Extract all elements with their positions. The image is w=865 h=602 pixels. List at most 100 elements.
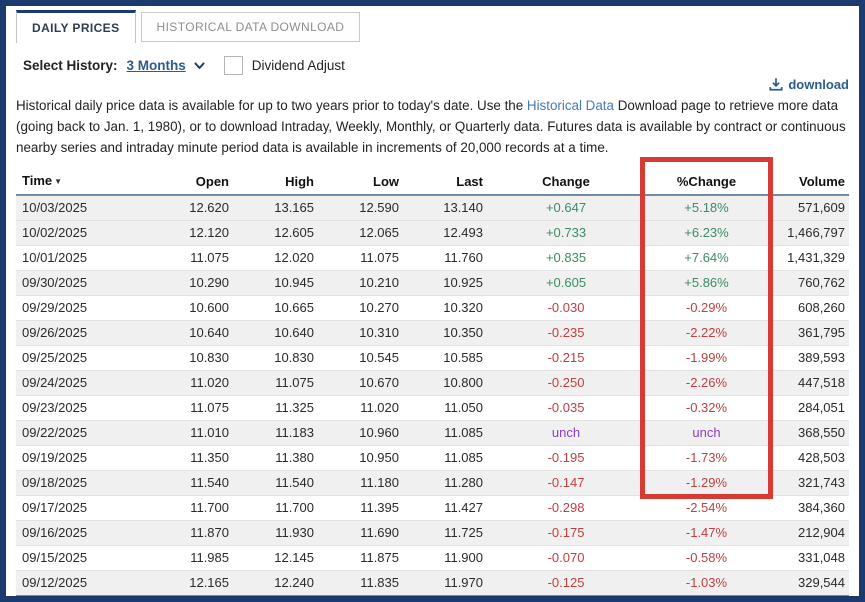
cell-change: -0.030 xyxy=(487,296,645,321)
cell-low: 11.180 xyxy=(318,471,403,496)
table-row: 09/26/202510.64010.64010.31010.350-0.235… xyxy=(16,321,849,346)
cell-change: -0.035 xyxy=(487,396,645,421)
cell-volume: 361,795 xyxy=(768,321,849,346)
cell-low: 10.210 xyxy=(318,271,403,296)
cell-high: 12.145 xyxy=(233,546,318,571)
select-history-label: Select History: xyxy=(23,58,118,73)
cell-open: 10.830 xyxy=(148,346,233,371)
cell-open: 11.010 xyxy=(148,421,233,446)
cell-high: 12.240 xyxy=(233,571,318,597)
cell-high: 10.830 xyxy=(233,346,318,371)
cell-volume: 321,743 xyxy=(768,471,849,496)
cell-change: -0.215 xyxy=(487,346,645,371)
cell-high: 12.605 xyxy=(233,221,318,246)
historical-data-link[interactable]: Historical Data xyxy=(527,98,614,113)
cell-open: 11.985 xyxy=(148,546,233,571)
cell-volume: 331,048 xyxy=(768,546,849,571)
cell-low: 12.590 xyxy=(318,195,403,221)
cell-time: 09/12/2025 xyxy=(16,571,148,597)
history-dropdown[interactable]: 3 Months xyxy=(127,58,186,73)
col-header-pct-change[interactable]: %Change xyxy=(645,168,768,195)
cell-low: 10.310 xyxy=(318,321,403,346)
cell-low: 10.960 xyxy=(318,421,403,446)
table-row: 09/15/202511.98512.14511.87511.900-0.070… xyxy=(16,546,849,571)
col-header-open[interactable]: Open xyxy=(148,168,233,195)
cell-pct-change: +5.86% xyxy=(645,271,768,296)
cell-change: -0.250 xyxy=(487,371,645,396)
cell-change: -0.175 xyxy=(487,521,645,546)
tab-daily-prices[interactable]: DAILY PRICES xyxy=(16,10,136,43)
cell-high: 13.165 xyxy=(233,195,318,221)
cell-low: 11.395 xyxy=(318,496,403,521)
cell-last: 11.427 xyxy=(403,496,487,521)
cell-low: 11.075 xyxy=(318,246,403,271)
table-row: 09/23/202511.07511.32511.02011.050-0.035… xyxy=(16,396,849,421)
col-header-last[interactable]: Last xyxy=(403,168,487,195)
price-table-body: 10/03/202512.62013.16512.59013.140+0.647… xyxy=(16,195,849,596)
cell-time: 09/25/2025 xyxy=(16,346,148,371)
cell-pct-change: unch xyxy=(645,421,768,446)
table-row: 09/25/202510.83010.83010.54510.585-0.215… xyxy=(16,346,849,371)
cell-low: 12.065 xyxy=(318,221,403,246)
cell-open: 11.075 xyxy=(148,396,233,421)
cell-open: 11.870 xyxy=(148,521,233,546)
table-row: 09/29/202510.60010.66510.27010.320-0.030… xyxy=(16,296,849,321)
tab-historical-data-download[interactable]: HISTORICAL DATA DOWNLOAD xyxy=(141,12,361,42)
cell-low: 10.670 xyxy=(318,371,403,396)
cell-high: 11.075 xyxy=(233,371,318,396)
cell-volume: 447,518 xyxy=(768,371,849,396)
col-header-time[interactable]: Time▼ xyxy=(16,168,148,195)
history-controls: Select History: 3 Months Dividend Adjust xyxy=(23,56,849,75)
cell-low: 10.950 xyxy=(318,446,403,471)
cell-volume: 284,051 xyxy=(768,396,849,421)
dividend-adjust-label: Dividend Adjust xyxy=(252,58,345,73)
cell-time: 09/19/2025 xyxy=(16,446,148,471)
cell-high: 10.665 xyxy=(233,296,318,321)
cell-pct-change: -1.03% xyxy=(645,571,768,597)
cell-volume: 212,904 xyxy=(768,521,849,546)
cell-time: 09/23/2025 xyxy=(16,396,148,421)
chevron-down-icon[interactable] xyxy=(193,59,206,72)
table-row: 09/19/202511.35011.38010.95011.085-0.195… xyxy=(16,446,849,471)
download-link[interactable]: download xyxy=(769,75,849,93)
col-header-volume[interactable]: Volume xyxy=(768,168,849,195)
cell-time: 09/17/2025 xyxy=(16,496,148,521)
cell-pct-change: -0.29% xyxy=(645,296,768,321)
cell-volume: 1,431,329 xyxy=(768,246,849,271)
cell-change: unch xyxy=(487,421,645,446)
cell-last: 10.925 xyxy=(403,271,487,296)
cell-time: 09/24/2025 xyxy=(16,371,148,396)
tab-bar: DAILY PRICES HISTORICAL DATA DOWNLOAD xyxy=(16,10,849,43)
cell-last: 11.760 xyxy=(403,246,487,271)
table-row: 09/16/202511.87011.93011.69011.725-0.175… xyxy=(16,521,849,546)
cell-change: +0.605 xyxy=(487,271,645,296)
cell-last: 11.970 xyxy=(403,571,487,597)
cell-time: 09/15/2025 xyxy=(16,546,148,571)
cell-pct-change: -1.47% xyxy=(645,521,768,546)
cell-last: 11.900 xyxy=(403,546,487,571)
cell-time: 10/01/2025 xyxy=(16,246,148,271)
table-row: 09/24/202511.02011.07510.67010.800-0.250… xyxy=(16,371,849,396)
table-row: 10/01/202511.07512.02011.07511.760+0.835… xyxy=(16,246,849,271)
cell-open: 10.290 xyxy=(148,271,233,296)
cell-time: 09/30/2025 xyxy=(16,271,148,296)
cell-last: 11.725 xyxy=(403,521,487,546)
cell-open: 12.620 xyxy=(148,195,233,221)
cell-pct-change: -2.26% xyxy=(645,371,768,396)
cell-open: 10.600 xyxy=(148,296,233,321)
cell-open: 10.640 xyxy=(148,321,233,346)
cell-open: 12.120 xyxy=(148,221,233,246)
cell-volume: 428,503 xyxy=(768,446,849,471)
cell-volume: 384,360 xyxy=(768,496,849,521)
cell-high: 10.945 xyxy=(233,271,318,296)
cell-volume: 760,762 xyxy=(768,271,849,296)
col-header-low[interactable]: Low xyxy=(318,168,403,195)
col-header-high[interactable]: High xyxy=(233,168,318,195)
col-header-change[interactable]: Change xyxy=(487,168,645,195)
price-table: Time▼ Open High Low Last Change %Change … xyxy=(16,168,849,597)
cell-last: 10.320 xyxy=(403,296,487,321)
cell-change: -0.147 xyxy=(487,471,645,496)
dividend-adjust-checkbox[interactable] xyxy=(224,56,243,75)
table-row: 09/18/202511.54011.54011.18011.280-0.147… xyxy=(16,471,849,496)
cell-high: 12.020 xyxy=(233,246,318,271)
